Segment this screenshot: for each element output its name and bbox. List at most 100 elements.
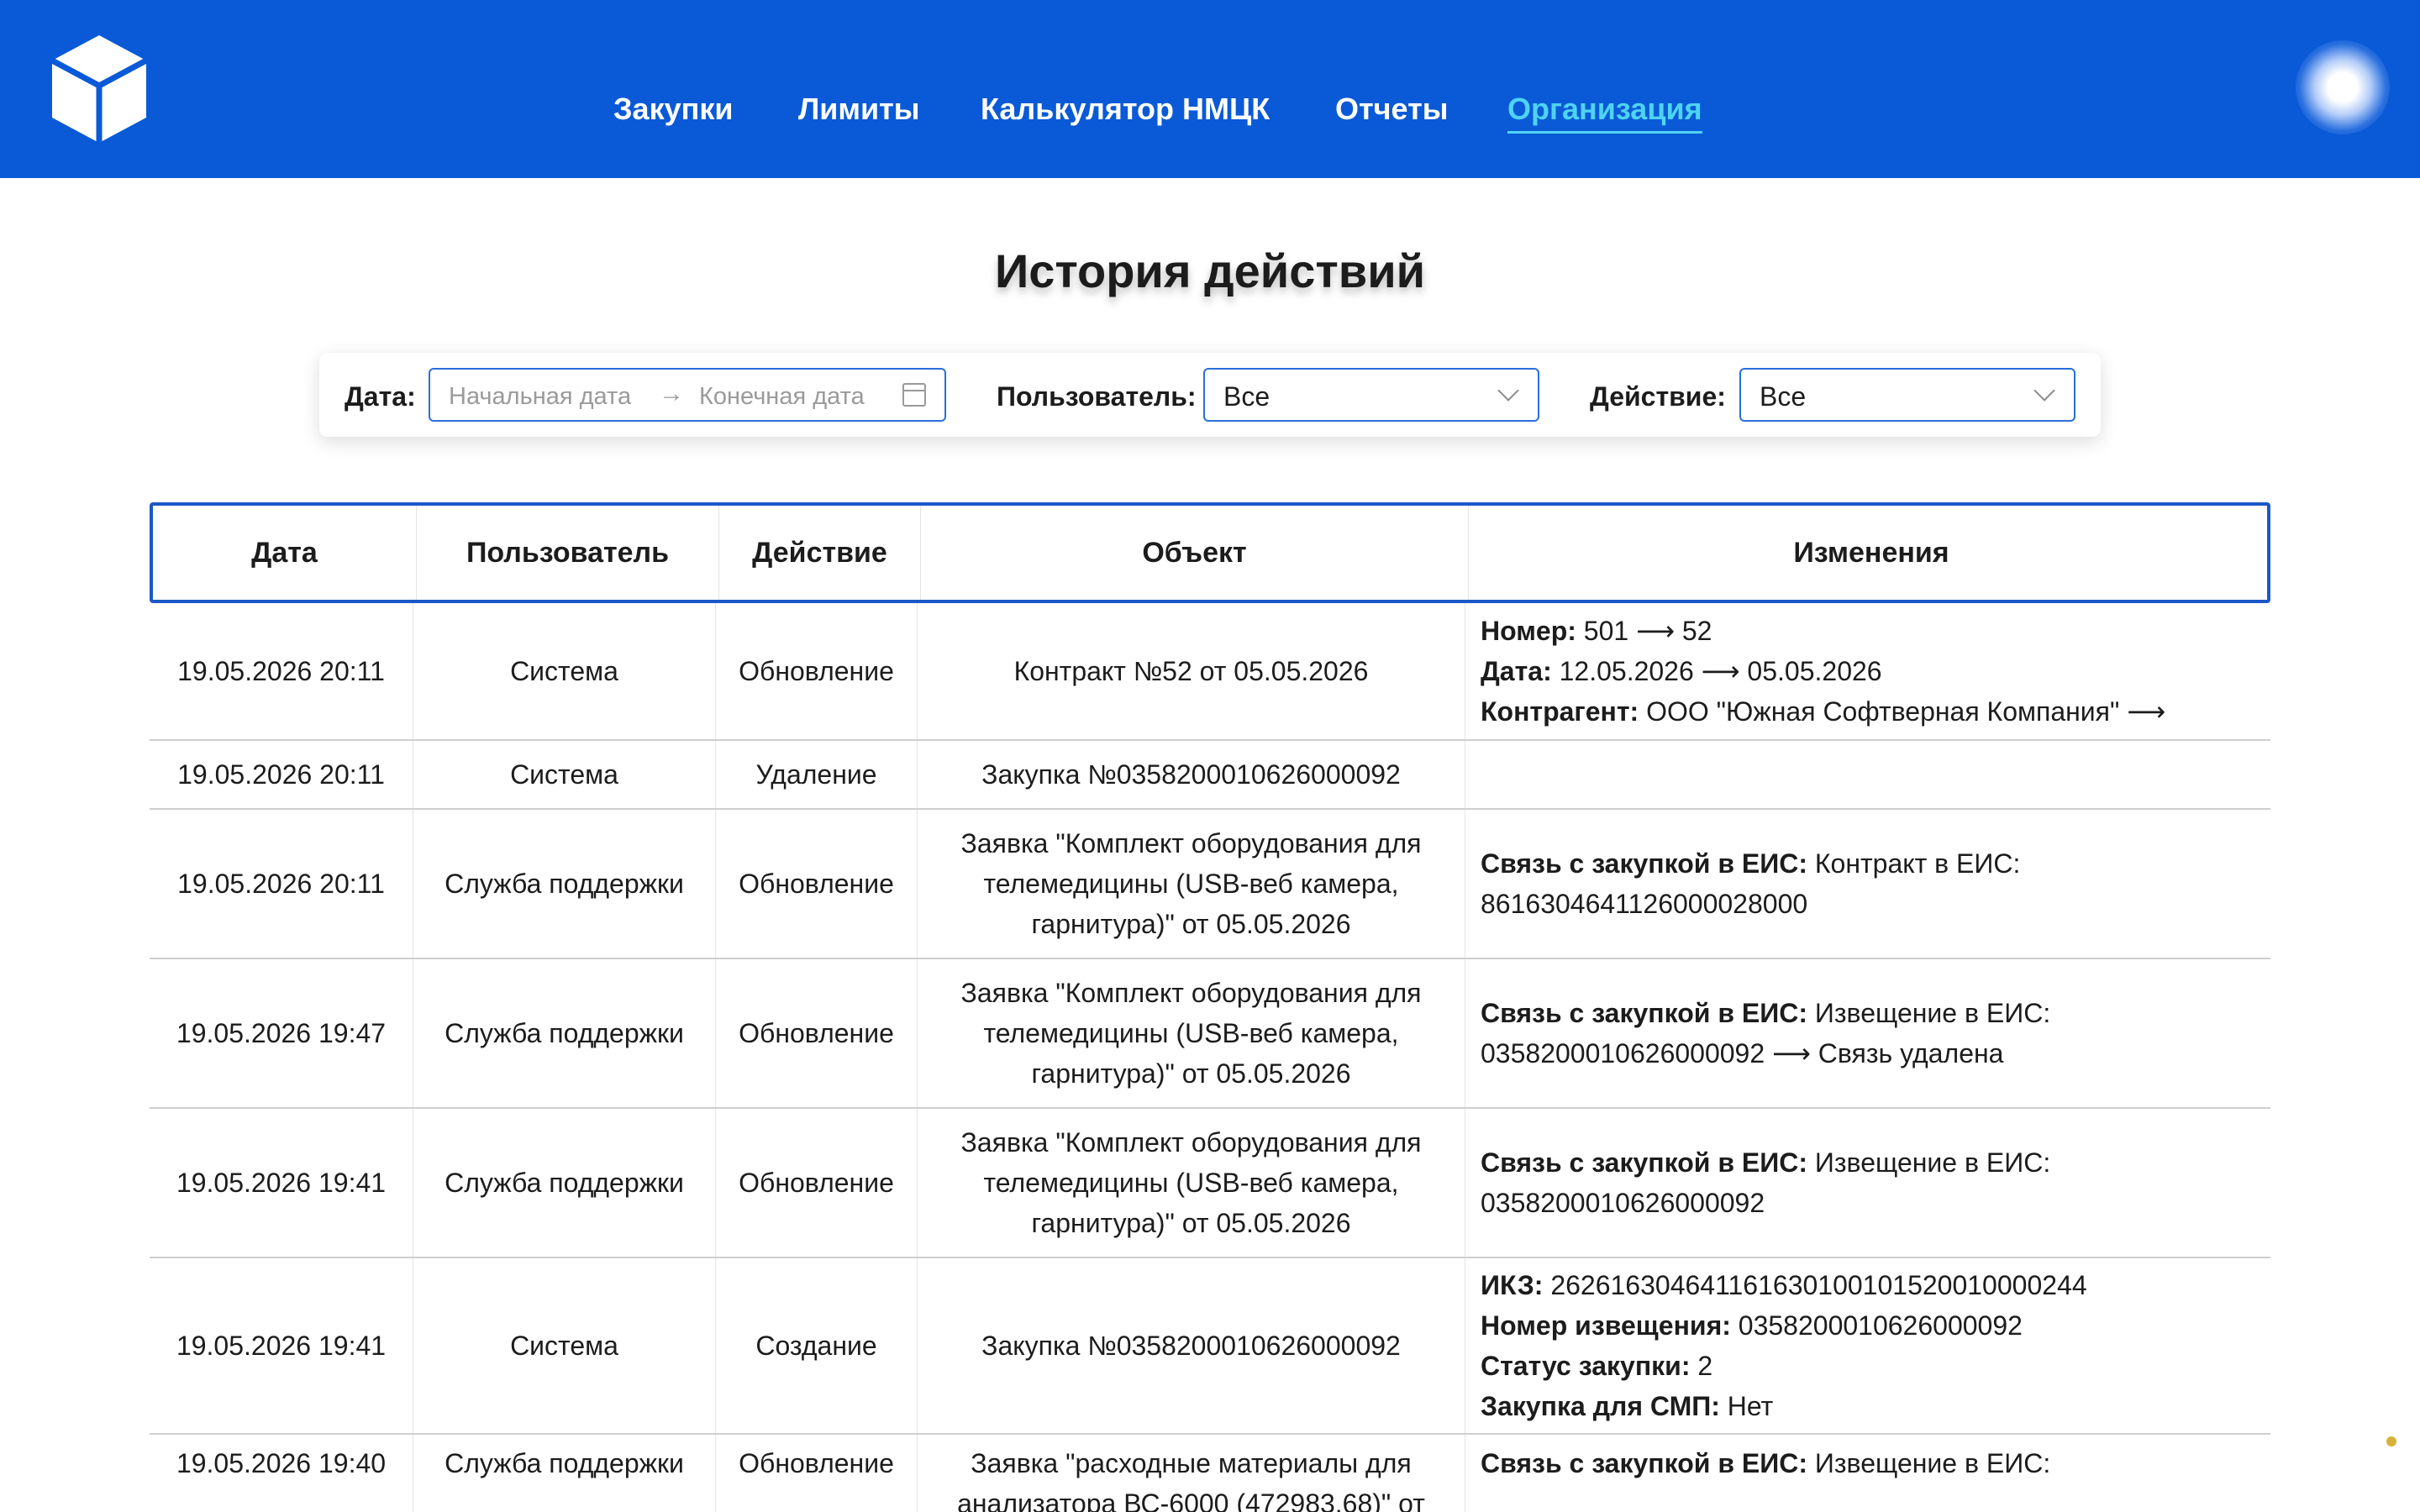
cell-changes <box>1465 741 2270 808</box>
user-filter-label: Пользователь: <box>997 381 1197 412</box>
table-row[interactable]: 19.05.2026 19:47 Служба поддержки Обновлен… <box>150 959 2270 1109</box>
change-line: Связь с закупкой в ЕИС: Извещение в ЕИС: <box>1481 1443 2050 1483</box>
change-line: 8616304641126000028000 <box>1481 884 2020 924</box>
object-line: Заявка "расходные материалы для <box>971 1448 1412 1478</box>
nav-item-nmck-calculator[interactable]: Калькулятор НМЦК <box>981 87 1270 131</box>
cell-action: Удаление <box>716 741 918 808</box>
change-line: Номер: 501 ⟶ 52 <box>1481 611 2165 651</box>
change-line: 0358200010626000092 ⟶ Связь удалена <box>1481 1033 2050 1074</box>
cell-changes: Связь с закупкой в ЕИС: Извещение в ЕИС:… <box>1465 959 2270 1107</box>
change-value: 8616304641126000028000 <box>1481 889 1808 919</box>
change-line: Контрагент: ООО "Южная Софтверная Компан… <box>1481 691 2165 732</box>
change-line: ИКЗ: 26261630464116163010010152001000024… <box>1481 1265 2087 1305</box>
cell-user: Служба поддержки <box>413 959 716 1107</box>
table-row[interactable]: 19.05.2026 20:11 Система Обновление Контрак… <box>150 603 2270 741</box>
cell-changes: Номер: 501 ⟶ 52 Дата: 12.05.2026 ⟶ 05.05.… <box>1465 603 2270 739</box>
object-line: телемедицины (USB-веб камера, <box>983 1168 1399 1198</box>
column-header-action[interactable]: Действие <box>719 506 921 600</box>
change-value: Извещение в ЕИС: <box>1807 1147 2051 1178</box>
change-field-name: Связь с закупкой в ЕИС: <box>1481 848 1807 879</box>
action-filter-label: Действие: <box>1590 381 1726 412</box>
change-value: Нет <box>1719 1391 1774 1421</box>
change-line: Закупка для СМП: Нет <box>1481 1386 2087 1426</box>
cell-changes: ИКЗ: 26261630464116163010010152001000024… <box>1465 1258 2270 1433</box>
object-line: телемедицины (USB-веб камера, <box>983 869 1399 899</box>
change-line: Связь с закупкой в ЕИС: Извещение в ЕИС: <box>1481 993 2050 1033</box>
change-line: 0358200010626000092 <box>1481 1183 2050 1223</box>
change-value: 0358200010626000092 <box>1730 1310 2023 1341</box>
start-date-input[interactable]: Начальная дата <box>449 383 631 411</box>
table-row[interactable]: 19.05.2026 19:41 Система Создание Закупка №… <box>150 1258 2270 1435</box>
column-header-object[interactable]: Объект <box>921 506 1469 600</box>
cell-action: Обновление <box>716 1435 918 1512</box>
change-field-name: ИКЗ: <box>1481 1270 1544 1300</box>
object-line: Контракт №52 от 05.05.2026 <box>1013 656 1369 686</box>
change-value: 0358200010626000092 <box>1481 1188 1765 1218</box>
change-field-name: Закупка для СМП: <box>1481 1391 1720 1421</box>
change-line: Статус закупки: 2 <box>1481 1346 2087 1386</box>
cell-action: Обновление <box>716 959 918 1107</box>
cell-object: Закупка №0358200010626000092 <box>918 741 1465 808</box>
change-value: Извещение в ЕИС: <box>1807 1448 2051 1478</box>
cell-changes: Связь с закупкой в ЕИС: Извещение в ЕИС:… <box>1465 1109 2270 1257</box>
cell-object: Контракт №52 от 05.05.2026 <box>918 603 1465 739</box>
cell-user: Система <box>413 741 716 808</box>
cell-date: 19.05.2026 19:47 <box>150 959 413 1107</box>
change-field-name: Номер: <box>1481 616 1576 646</box>
table-row[interactable]: 19.05.2026 20:11 Система Удаление Закупка №… <box>150 741 2270 810</box>
object-line: гарнитура)" от 05.05.2026 <box>1031 1058 1351 1089</box>
column-header-user[interactable]: Пользователь <box>417 506 719 600</box>
table-row[interactable]: 19.05.2026 20:11 Служба поддержки Обновлен… <box>150 810 2270 959</box>
history-table: Дата Пользователь Действие Объект Измене… <box>150 502 2270 1512</box>
calendar-icon[interactable] <box>902 383 926 407</box>
change-value: Контракт в ЕИС: <box>1807 848 2021 879</box>
cell-user: Служба поддержки <box>413 1435 716 1512</box>
cell-object: Закупка №0358200010626000092 <box>918 1258 1465 1433</box>
action-select-value: Все <box>1760 381 1807 412</box>
change-value: 262616304641161630100101520010000244 <box>1543 1270 2087 1300</box>
user-avatar[interactable] <box>2296 40 2390 134</box>
end-date-input[interactable]: Конечная дата <box>699 383 865 411</box>
cell-user: Служба поддержки <box>413 810 716 958</box>
cell-date: 19.05.2026 19:41 <box>150 1109 413 1257</box>
cell-date: 19.05.2026 20:11 <box>150 603 413 739</box>
change-value: 12.05.2026 ⟶ 05.05.2026 <box>1551 656 1882 686</box>
cell-object: Заявка "расходные материалы для анализато… <box>918 1435 1465 1512</box>
cell-changes: Связь с закупкой в ЕИС: Извещение в ЕИС: <box>1465 1435 2270 1512</box>
object-line: Заявка "Комплект оборудования для <box>960 1127 1422 1158</box>
cell-user: Система <box>413 603 716 739</box>
action-select[interactable]: Все <box>1739 368 2075 422</box>
nav-item-purchases[interactable]: Закупки <box>613 87 734 131</box>
object-line: Закупка №0358200010626000092 <box>981 1331 1401 1361</box>
cell-changes: Связь с закупкой в ЕИС: Контракт в ЕИС: 8… <box>1465 810 2270 958</box>
user-select[interactable]: Все <box>1203 368 1539 422</box>
column-header-date[interactable]: Дата <box>153 506 417 600</box>
change-value: 501 ⟶ 52 <box>1576 616 1712 646</box>
table-row[interactable]: 19.05.2026 19:40 Служба поддержки Обновлен… <box>150 1435 2270 1512</box>
object-line: гарнитура)" от 05.05.2026 <box>1031 909 1351 939</box>
user-select-value: Все <box>1223 381 1270 412</box>
page-title: История действий <box>994 244 1426 297</box>
object-line: гарнитура)" от 05.05.2026 <box>1031 1208 1351 1238</box>
date-filter-label: Дата: <box>345 381 416 412</box>
cell-action: Обновление <box>716 810 918 958</box>
cell-user: Служба поддержки <box>413 1109 716 1257</box>
cell-object: Заявка "Комплект оборудования для телемед… <box>918 959 1465 1107</box>
change-line: Связь с закупкой в ЕИС: Извещение в ЕИС: <box>1481 1142 2050 1183</box>
nav-item-organization[interactable]: Организация <box>1507 87 1702 134</box>
table-row[interactable]: 19.05.2026 19:41 Служба поддержки Обновлен… <box>150 1109 2270 1258</box>
nav-item-reports[interactable]: Отчеты <box>1335 87 1448 131</box>
change-line: Связь с закупкой в ЕИС: Контракт в ЕИС: <box>1481 843 2020 884</box>
change-line: Дата: 12.05.2026 ⟶ 05.05.2026 <box>1481 651 2165 691</box>
cell-action: Создание <box>716 1258 918 1433</box>
status-dot <box>2386 1436 2396 1446</box>
cell-date: 19.05.2026 20:11 <box>150 741 413 808</box>
object-line: Заявка "Комплект оборудования для <box>960 978 1422 1008</box>
top-navigation-bar: Закупки Лимиты Калькулятор НМЦК Отчеты О… <box>0 0 2420 178</box>
date-range-picker[interactable]: Начальная дата → Конечная дата <box>429 368 946 422</box>
change-field-name: Связь с закупкой в ЕИС: <box>1481 998 1807 1028</box>
column-header-changes[interactable]: Изменения <box>1469 506 2274 600</box>
nav-item-limits[interactable]: Лимиты <box>798 87 920 131</box>
object-line: Заявка "Комплект оборудования для <box>960 828 1422 858</box>
cell-date: 19.05.2026 19:40 <box>150 1435 413 1512</box>
